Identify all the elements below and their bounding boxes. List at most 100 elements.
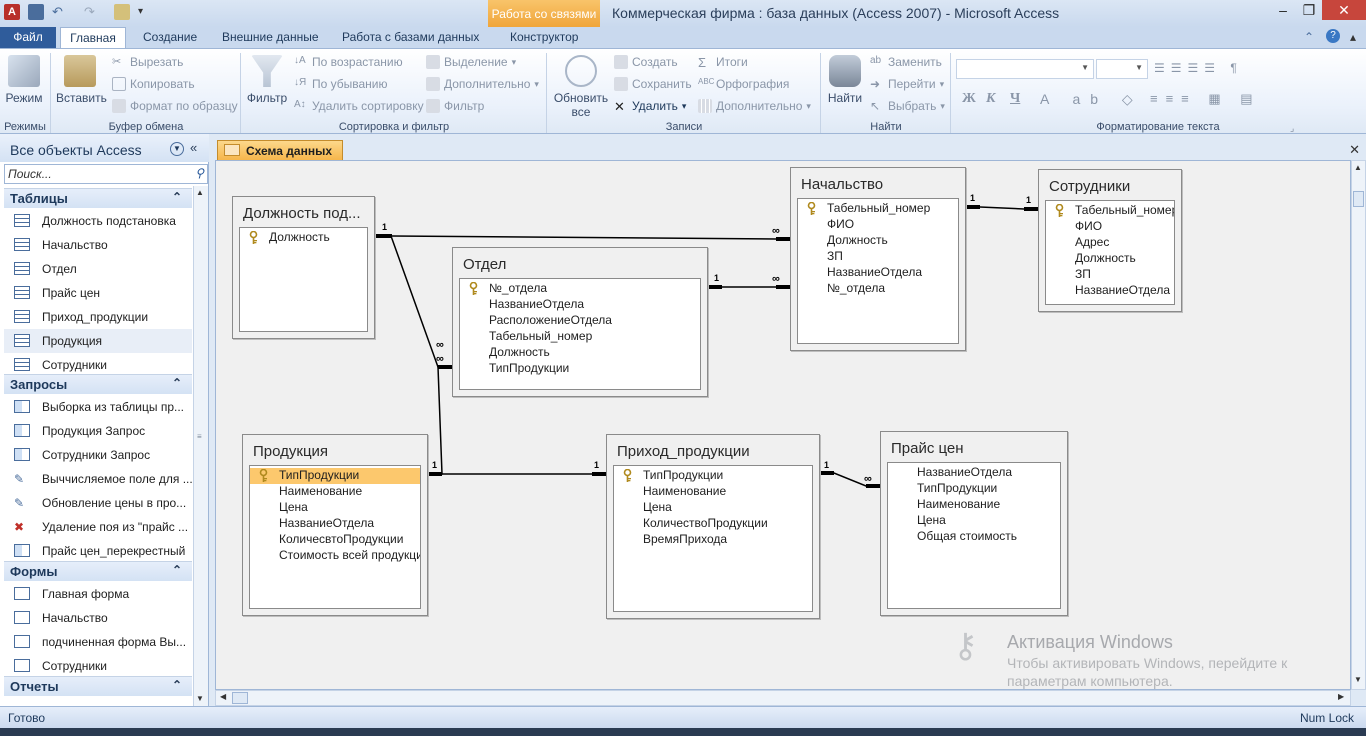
nav-item[interactable]: Прайс цен (4, 281, 192, 305)
totals-button[interactable]: Σ Итоги (698, 55, 748, 70)
relationship-table[interactable]: Приход_продукции ТипПродукции Наименование… (606, 434, 820, 619)
table-field-list[interactable]: ТипПродукции Наименование Цена КоличествоПр… (613, 465, 813, 612)
table-field[interactable]: Общая стоимость (888, 529, 1060, 545)
new-record-button[interactable]: Создать (614, 55, 678, 69)
relationship-line[interactable] (375, 235, 790, 240)
nav-item[interactable]: ✎ Выччисляемое поле для ... (4, 467, 192, 491)
table-field[interactable]: Стоимость всей продукции (250, 548, 420, 564)
table-title[interactable]: Должность под... (243, 205, 361, 222)
table-field[interactable]: НазваниеОтдела (888, 465, 1060, 481)
alignment-buttons[interactable]: ≡≡≡ ▦ ▤ (1150, 91, 1261, 107)
table-field-list[interactable]: Должность (239, 227, 368, 332)
dialog-launcher-icon[interactable]: ⌟ (1290, 123, 1294, 134)
table-field[interactable]: Наименование (888, 497, 1060, 513)
relationship-table[interactable]: Прайс цен НазваниеОтдела ТипПродукции Наиме… (880, 431, 1068, 616)
nav-item[interactable]: Начальство (4, 233, 192, 257)
minimize-ribbon-icon[interactable]: ⌃ (1304, 30, 1314, 44)
table-title[interactable]: Начальство (801, 176, 883, 193)
font-name-combo[interactable]: ▼ (956, 59, 1094, 79)
nav-item[interactable]: Начальство (4, 606, 192, 630)
remove-sort-button[interactable]: A↕ Удалить сортировку (294, 99, 424, 113)
table-field[interactable]: НазваниеОтдела (1046, 283, 1174, 299)
table-field-list[interactable]: НазваниеОтдела ТипПродукции Наименование Це… (887, 462, 1061, 609)
scroll-left-icon[interactable]: ◀ (220, 692, 226, 701)
table-field[interactable]: Табельный_номер (1046, 203, 1174, 219)
table-field[interactable]: Цена (614, 500, 812, 516)
canvas-vertical-scrollbar[interactable]: ▲ ▼ (1351, 160, 1366, 690)
nav-section-header[interactable]: Отчеты ⌃ (4, 676, 192, 696)
nav-item[interactable]: Сотрудники (4, 654, 192, 678)
collapse-chevron-icon[interactable]: ⌃ (172, 376, 182, 390)
table-field[interactable]: НазваниеОтдела (798, 265, 958, 281)
nav-item[interactable]: Продукция (4, 329, 192, 353)
nav-header[interactable]: Все объекты Access ▼ « (0, 134, 209, 162)
nav-section-header[interactable]: Формы ⌃ (4, 561, 192, 581)
table-field[interactable]: Наименование (250, 484, 420, 500)
scroll-thumb[interactable] (1353, 191, 1364, 207)
underline-button[interactable]: Ч (1010, 91, 1020, 107)
table-field[interactable]: Табельный_номер (798, 201, 958, 217)
nav-item[interactable]: Сотрудники Запрос (4, 443, 192, 467)
table-field[interactable]: ТипПродукции (460, 361, 700, 377)
customize-quick-access-icon[interactable] (114, 4, 130, 20)
nav-item[interactable]: Приход_продукции (4, 305, 192, 329)
ribbon-collapse-icon[interactable]: ▴ (1350, 30, 1356, 44)
nav-item[interactable]: Главная форма (4, 582, 192, 606)
more-records-button[interactable]: Дополнительно ▾ (698, 99, 811, 113)
refresh-all-button[interactable]: Обновить все (552, 55, 610, 119)
nav-menu-chevron-icon[interactable]: ▼ (170, 142, 184, 156)
view-button[interactable]: Режим (4, 55, 44, 105)
delete-record-button[interactable]: ✕ Удалить ▾ (614, 99, 686, 114)
table-field[interactable]: РасположениеОтдела (460, 313, 700, 329)
scroll-thumb[interactable] (232, 692, 248, 704)
italic-button[interactable]: К (986, 91, 996, 107)
table-title[interactable]: Продукция (253, 443, 328, 460)
tab-create[interactable]: Создание (135, 27, 205, 49)
spelling-button[interactable]: ABC Орфография (698, 77, 789, 91)
table-field[interactable]: Табельный_номер (460, 329, 700, 345)
sort-ascending-button[interactable]: ↓A По возрастанию (294, 55, 403, 69)
table-field[interactable]: ТипПродукции (250, 468, 420, 484)
copy-button[interactable]: Копировать (112, 77, 195, 91)
canvas-horizontal-scrollbar[interactable]: ◀ ▶ (215, 690, 1351, 706)
collapse-chevron-icon[interactable]: ⌃ (172, 678, 182, 692)
scroll-down-icon[interactable]: ▼ (196, 694, 204, 703)
nav-search-input[interactable]: Поиск... ⚲ (4, 164, 208, 184)
minimize-icon[interactable]: – (1270, 0, 1296, 20)
scroll-up-icon[interactable]: ▲ (196, 188, 204, 197)
table-field[interactable]: Наименование (614, 484, 812, 500)
table-field[interactable]: Цена (888, 513, 1060, 529)
save-record-button[interactable]: Сохранить (614, 77, 692, 91)
collapse-chevron-icon[interactable]: ⌃ (172, 563, 182, 577)
table-field[interactable]: ФИО (1046, 219, 1174, 235)
relationship-table[interactable]: Должность под... Должность (232, 196, 375, 339)
scroll-grip-icon[interactable]: ≡ (197, 432, 202, 441)
table-field[interactable]: ЗП (1046, 267, 1174, 283)
table-field[interactable]: Должность (798, 233, 958, 249)
advanced-filter-button[interactable]: Дополнительно ▾ (426, 77, 539, 91)
table-field[interactable]: ВремяПрихода (614, 532, 812, 548)
nav-item[interactable]: ✎ Обновление цены в про... (4, 491, 192, 515)
font-color-buttons[interactable]: A ab ◇ (1040, 91, 1143, 108)
list-indent-buttons[interactable]: ☰☰☰☰ ¶ (1154, 61, 1294, 77)
nav-collapse-icon[interactable]: « (190, 140, 197, 155)
table-title[interactable]: Сотрудники (1049, 178, 1130, 195)
table-field[interactable]: Должность (460, 345, 700, 361)
relationship-table[interactable]: Начальство Табельный_номер ФИО Должность ЗП Н… (790, 167, 966, 351)
replace-button[interactable]: ab Заменить (870, 55, 942, 69)
table-field-list[interactable]: №_отдела НазваниеОтдела РасположениеОтдела… (459, 278, 701, 390)
scroll-down-icon[interactable]: ▼ (1354, 675, 1362, 684)
search-icon[interactable]: ⚲ (195, 166, 204, 180)
nav-item[interactable]: ✖ Удаление поя из "прайс ... (4, 515, 192, 539)
bold-button[interactable]: Ж (962, 91, 976, 107)
table-field[interactable]: Цена (250, 500, 420, 516)
tab-file[interactable]: Файл (0, 27, 56, 49)
table-field[interactable]: НазваниеОтдела (250, 516, 420, 532)
paste-button[interactable]: Вставить (56, 55, 107, 105)
goto-button[interactable]: ➜ Перейти ▾ (870, 77, 944, 91)
quick-access-menu-icon[interactable]: ▾ (138, 4, 154, 20)
nav-scrollbar[interactable]: ▲ ▼ ≡ (193, 186, 208, 706)
table-field-list[interactable]: ТипПродукции Наименование Цена НазваниеОтде… (249, 465, 421, 609)
nav-item[interactable]: Выборка из таблицы пр... (4, 395, 192, 419)
table-field[interactable]: КоличесвтоПродукции (250, 532, 420, 548)
